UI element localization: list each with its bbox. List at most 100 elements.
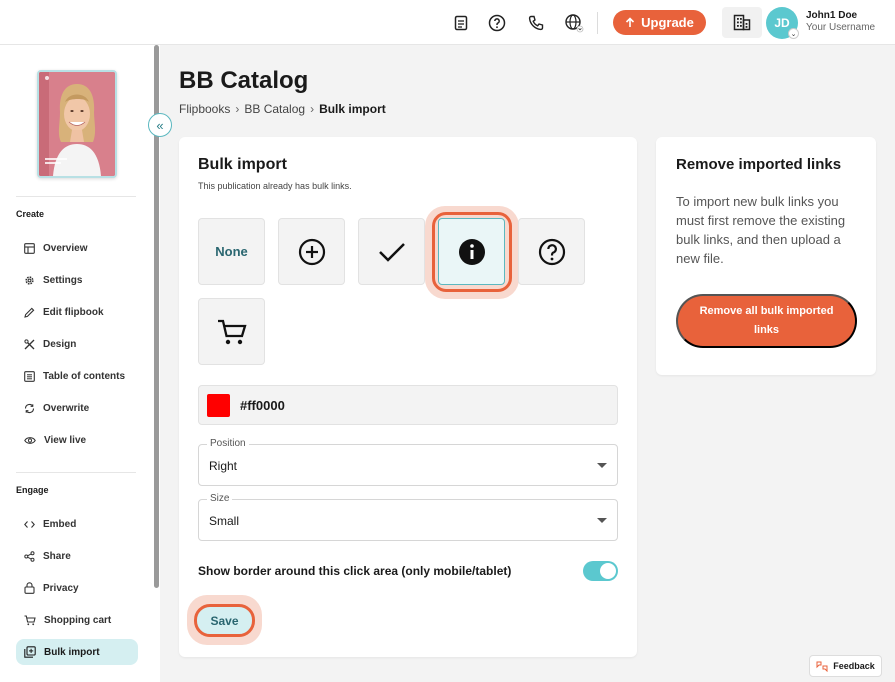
sidebar-item-label: View live (44, 434, 87, 446)
color-input[interactable]: #ff0000 (198, 385, 618, 425)
size-select[interactable]: Size Small (198, 493, 618, 541)
feedback-label: Feedback (833, 661, 875, 671)
icon-option-none[interactable]: None (198, 218, 265, 285)
breadcrumb: Flipbooks › BB Catalog › Bulk import (179, 102, 386, 116)
remove-all-links-button[interactable]: Remove all bulk imported links (676, 294, 857, 348)
sidebar-item-shopping-cart[interactable]: Shopping cart (16, 607, 138, 633)
cart-icon (217, 319, 247, 344)
sidebar-item-view-live[interactable]: View live (16, 427, 138, 453)
list-icon (24, 370, 35, 382)
sidebar-item-overview[interactable]: Overview (16, 235, 138, 261)
bulk-import-heading: Bulk import (198, 156, 287, 173)
icon-option-check[interactable] (358, 218, 425, 285)
sidebar-item-label: Shopping cart (44, 614, 112, 626)
sidebar-item-label: Bulk import (44, 646, 100, 658)
avatar-initials: JD (774, 16, 790, 30)
toggle-knob (600, 563, 616, 579)
sidebar-item-label: Embed (43, 518, 77, 530)
sidebar-item-table-of-contents[interactable]: Table of contents (16, 363, 138, 389)
color-value: #ff0000 (240, 398, 285, 413)
plus-circle-icon (298, 238, 325, 265)
publication-thumbnail[interactable] (37, 70, 117, 178)
question-circle-icon (538, 238, 565, 265)
sidebar-item-settings[interactable]: Settings (16, 267, 138, 293)
icon-option-none-label: None (215, 244, 248, 259)
cover-image (39, 72, 115, 176)
size-label: Size (207, 493, 233, 504)
code-icon (24, 520, 35, 528)
sidebar-divider (16, 472, 136, 473)
sidebar-item-overwrite[interactable]: Overwrite (16, 395, 138, 421)
position-value: Right (209, 459, 238, 473)
remove-links-description: To import new bulk links you must first … (676, 194, 846, 266)
document-icon[interactable] (450, 12, 472, 34)
refresh-icon (24, 403, 35, 413)
bulk-import-subtext: This publication already has bulk links. (198, 181, 352, 191)
chevron-right-icon: › (310, 102, 315, 116)
sidebar-item-label: Table of contents (43, 370, 126, 382)
breadcrumb-flipbooks[interactable]: Flipbooks (179, 102, 230, 116)
gear-icon (25, 275, 34, 285)
double-chevron-left-icon: « (156, 117, 164, 133)
cart-icon (24, 614, 36, 625)
icon-option-question[interactable] (518, 218, 585, 285)
size-value: Small (209, 514, 240, 528)
sidebar-section-engage: Engage (16, 485, 49, 495)
dropdown-arrow-icon (597, 463, 607, 468)
sidebar-item-bulk-import[interactable]: Bulk import (16, 639, 138, 665)
sidebar-item-label: Share (43, 550, 71, 562)
sidebar-item-label: Overview (43, 242, 88, 254)
sidebar-item-embed[interactable]: Embed (16, 511, 138, 537)
upgrade-button[interactable]: Upgrade (613, 10, 706, 35)
sidebar-section-create: Create (16, 209, 45, 219)
arrow-up-icon (626, 17, 635, 27)
upgrade-label: Upgrade (641, 15, 694, 30)
sidebar-item-label: Overwrite (43, 402, 90, 414)
lock-icon (24, 582, 35, 594)
dropdown-arrow-icon (597, 518, 607, 523)
user-username: Your Username (806, 22, 876, 33)
sidebar-divider (16, 196, 136, 197)
breadcrumb-current: Bulk import (319, 102, 386, 116)
sidebar-item-label: Settings (43, 274, 83, 286)
feedback-icon (816, 661, 828, 672)
icon-option-plus[interactable] (278, 218, 345, 285)
sidebar-item-design[interactable]: Design (16, 331, 138, 357)
icon-option-cart[interactable] (198, 298, 265, 365)
border-toggle[interactable] (583, 561, 618, 581)
chevron-down-icon[interactable]: ⌄ (788, 28, 799, 39)
remove-all-links-label: Remove all bulk imported links (699, 305, 834, 336)
position-select[interactable]: Position Right (198, 438, 618, 486)
feedback-button[interactable]: Feedback (809, 655, 882, 677)
sidebar-item-privacy[interactable]: Privacy (16, 575, 138, 601)
help-icon[interactable] (486, 12, 508, 34)
toolbar-divider (597, 12, 598, 34)
page-title: BB Catalog (179, 67, 309, 94)
sidebar-item-label: Design (43, 338, 77, 350)
chevron-right-icon: › (235, 102, 240, 116)
color-swatch[interactable] (207, 394, 230, 417)
remove-links-heading: Remove imported links (676, 156, 842, 173)
globe-icon[interactable] (563, 12, 585, 34)
sidebar-item-edit-flipbook[interactable]: Edit flipbook (16, 299, 138, 325)
design-icon (24, 338, 35, 349)
top-bar: Upgrade JD ⌄ John1 Doe Your Username (0, 0, 895, 45)
overview-icon (24, 242, 35, 254)
border-toggle-label: Show border around this click area (only… (198, 564, 512, 578)
eye-icon (24, 436, 36, 444)
collapse-sidebar-button[interactable]: « (148, 113, 172, 137)
checkmark-icon (378, 242, 405, 262)
save-button[interactable]: Save (194, 604, 255, 637)
phone-icon[interactable] (525, 12, 547, 34)
breadcrumb-bb-catalog[interactable]: BB Catalog (244, 102, 305, 116)
pencil-icon (24, 307, 35, 318)
building-icon[interactable] (722, 7, 762, 38)
bulk-import-icon (24, 646, 36, 658)
sidebar-item-label: Privacy (43, 582, 79, 594)
selection-ring (432, 212, 512, 292)
share-icon (24, 550, 35, 562)
position-label: Position (207, 438, 249, 449)
sidebar-item-label: Edit flipbook (43, 306, 104, 318)
sidebar-item-share[interactable]: Share (16, 543, 138, 569)
user-name: John1 Doe (806, 10, 858, 21)
